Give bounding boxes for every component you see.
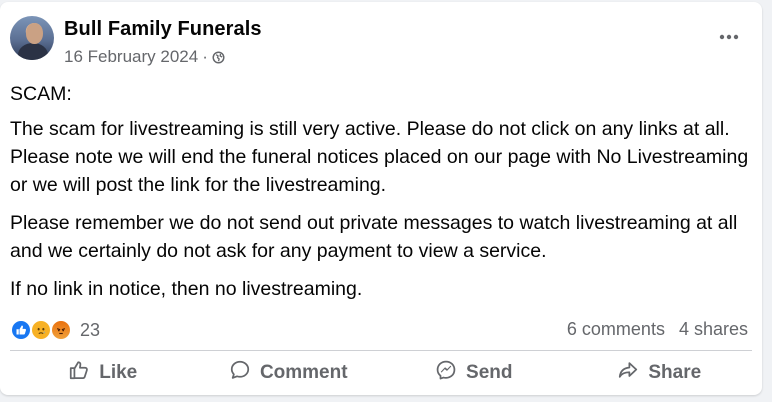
globe-icon[interactable] bbox=[212, 50, 225, 64]
post-body: SCAM: The scam for livestreaming is stil… bbox=[10, 80, 752, 313]
reaction-icons bbox=[10, 319, 76, 341]
like-button[interactable]: Like bbox=[10, 354, 196, 392]
reaction-count: 23 bbox=[80, 319, 101, 340]
send-button[interactable]: Send bbox=[381, 354, 567, 392]
avatar-head bbox=[26, 23, 43, 44]
share-button[interactable]: Share bbox=[567, 354, 753, 392]
page-name-link[interactable]: Bull Family Funerals bbox=[64, 18, 262, 41]
comment-label: Comment bbox=[259, 362, 348, 383]
meta-separator: · bbox=[202, 47, 208, 66]
post-card: Bull Family Funerals 16 February 2024 · … bbox=[0, 2, 762, 395]
page-avatar[interactable] bbox=[10, 16, 54, 60]
actions-divider bbox=[10, 350, 752, 351]
thumbs-up-icon bbox=[68, 359, 99, 387]
shares-count-link[interactable]: 4 shares bbox=[679, 319, 748, 340]
share-arrow-icon bbox=[617, 359, 648, 387]
post-date-link[interactable]: 16 February 2024 bbox=[64, 47, 198, 67]
post-stats: 6 comments 4 shares bbox=[553, 319, 748, 340]
comment-bubble-icon bbox=[229, 359, 260, 387]
more-horizontal-icon[interactable] bbox=[712, 24, 746, 50]
messenger-icon bbox=[435, 359, 466, 387]
like-reaction-icon bbox=[10, 319, 32, 341]
post-paragraph: Please remember we do not send out priva… bbox=[10, 212, 738, 262]
comments-count-link[interactable]: 6 comments bbox=[567, 319, 665, 340]
avatar-suit bbox=[18, 43, 48, 60]
share-label: Share bbox=[648, 362, 702, 383]
sad-reaction-icon bbox=[30, 319, 52, 341]
post-actions: Like Comment Send Share bbox=[10, 354, 752, 392]
post-paragraph: The scam for livestreaming is still very… bbox=[10, 118, 749, 196]
comment-button[interactable]: Comment bbox=[196, 354, 382, 392]
send-label: Send bbox=[466, 362, 513, 383]
post-meta: 16 February 2024 · bbox=[64, 47, 225, 67]
like-label: Like bbox=[99, 362, 138, 383]
post-paragraph: SCAM: bbox=[10, 83, 72, 105]
post-paragraph: If no link in notice, then no livestream… bbox=[10, 278, 363, 300]
reactions-summary[interactable]: 23 bbox=[10, 318, 100, 342]
angry-reaction-icon bbox=[50, 319, 72, 341]
